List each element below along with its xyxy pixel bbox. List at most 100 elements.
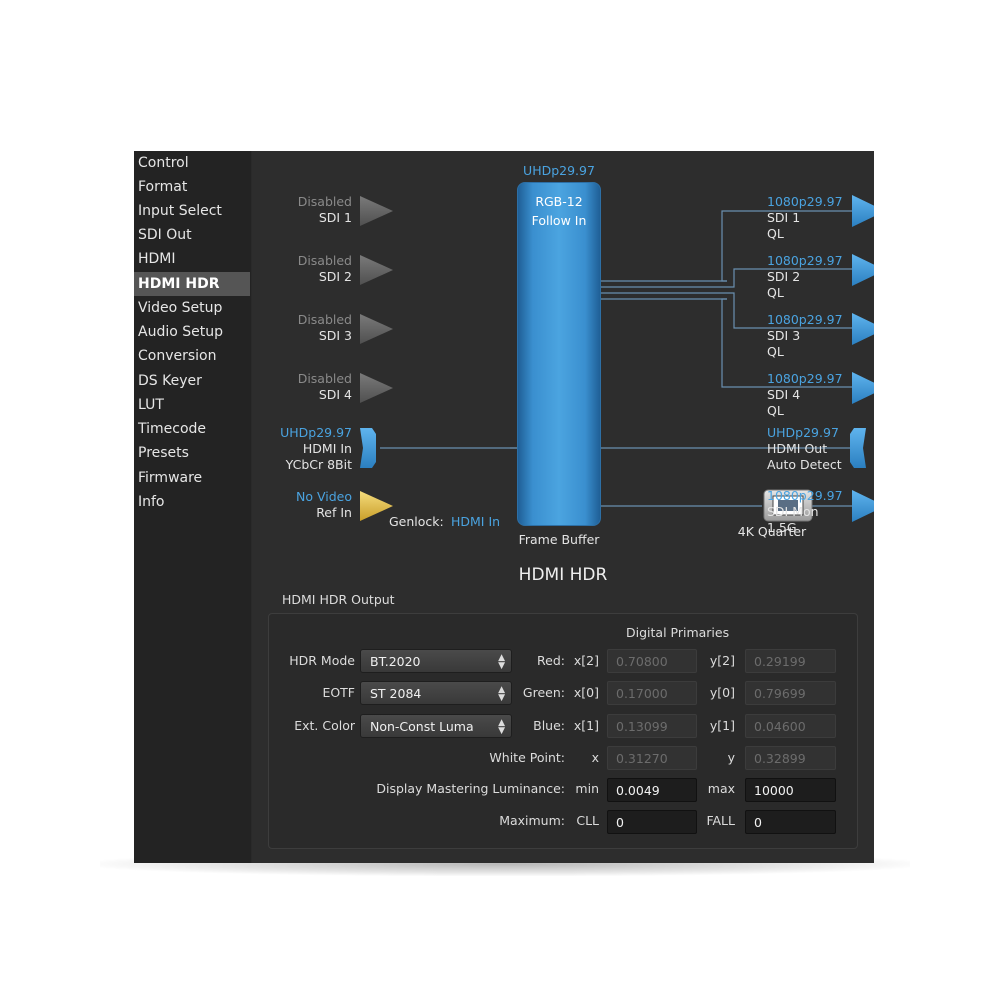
sdi2-out-name: SDI 2 (767, 269, 801, 284)
green-y-field[interactable] (745, 681, 836, 705)
genlock-label: Genlock: (389, 514, 444, 529)
sdi3-out-name: SDI 3 (767, 328, 801, 343)
hdr-mode-updown-icon: ▲ ▼ (498, 654, 505, 671)
hdmi-in-connector-icon[interactable] (360, 428, 376, 468)
sidebar-item-control[interactable]: Control (134, 151, 250, 175)
hdr-mode-value: BT.2020 (370, 654, 421, 669)
page-title: HDMI HDR (518, 565, 608, 585)
sidebar-item-info[interactable]: Info (134, 490, 250, 514)
down-arrow-icon: ▼ (498, 726, 505, 736)
ext-color-label: Ext. Color (294, 718, 355, 733)
sdi4-in-status: Disabled (297, 371, 352, 386)
sidebar-item-video-setup[interactable]: Video Setup (134, 296, 250, 320)
luminance-min-label: min (575, 781, 599, 796)
frame-buffer-mode: Follow In (531, 213, 587, 228)
sidebar-item-input-select[interactable]: Input Select (134, 199, 250, 223)
sdi1-out-detail: QL (767, 226, 784, 241)
sdi4-in-arrow-icon[interactable] (360, 373, 393, 403)
ext-color-value: Non-Const Luma (370, 719, 474, 734)
sdi1-in-status: Disabled (297, 194, 352, 209)
eotf-value: ST 2084 (370, 686, 422, 701)
sidebar-item-timecode[interactable]: Timecode (134, 417, 250, 441)
sdi1-out-arrow-icon[interactable] (852, 195, 874, 227)
down-arrow-icon: ▼ (498, 661, 505, 671)
green-y-label: y[0] (709, 685, 735, 700)
hdmi-out-detail: Auto Detect (767, 457, 842, 472)
hdr-output-section-label: HDMI HDR Output (282, 592, 395, 607)
fall-label: FALL (706, 813, 735, 828)
sidebar: Control Format Input Select SDI Out HDMI… (134, 151, 251, 863)
ref-in-status: No Video (296, 489, 352, 504)
sdi-mon-arrow-icon[interactable] (852, 490, 874, 522)
sdi3-out-format: 1080p29.97 (767, 312, 843, 327)
cll-label: CLL (576, 813, 599, 828)
blue-y-label: y[1] (709, 718, 735, 733)
sidebar-item-audio-setup[interactable]: Audio Setup (134, 320, 250, 344)
sdi1-out-format-text: 1080p29.97 (767, 194, 843, 209)
sdi4-out-arrow-icon[interactable] (852, 372, 874, 404)
sdi4-out-format: 1080p29.97 (767, 371, 843, 386)
sdi2-in-status: Disabled (297, 253, 352, 268)
red-y-label: y[2] (709, 653, 735, 668)
frame-buffer-block[interactable]: RGB-12 Follow In (517, 182, 601, 526)
ext-color-updown-icon: ▲ ▼ (498, 719, 505, 736)
app-window: Control Format Input Select SDI Out HDMI… (134, 151, 874, 863)
sidebar-item-hdmi[interactable]: HDMI (134, 247, 250, 271)
frame-buffer-format: UHDp29.97 (523, 163, 595, 178)
digital-primaries-label: Digital Primaries (626, 625, 730, 640)
green-label: Green: (522, 685, 565, 700)
sidebar-item-hdmi-hdr[interactable]: HDMI HDR (134, 272, 250, 296)
hdmi-out-connector-icon[interactable] (850, 428, 866, 468)
sdi1-in-name: SDI 1 (318, 210, 352, 225)
fall-input[interactable] (745, 810, 836, 834)
sdi-mon-format: 1080p29.97 (767, 488, 843, 503)
hdr-output-panel: Digital Primaries HDR Mode EOTF Ext. Col… (268, 613, 858, 849)
sidebar-item-lut[interactable]: LUT (134, 393, 250, 417)
red-x-field[interactable] (607, 649, 697, 673)
sdi3-in-arrow-icon[interactable] (360, 314, 393, 344)
luminance-max-input[interactable] (745, 778, 836, 802)
sidebar-item-presets[interactable]: Presets (134, 441, 250, 465)
blue-label: Blue: (533, 718, 565, 733)
luminance-min-input[interactable] (607, 778, 697, 802)
sdi4-in-name: SDI 4 (318, 387, 352, 402)
sdi1-out-name: SDI 1 (767, 210, 801, 225)
white-y-field[interactable] (745, 746, 836, 770)
sdi2-out-arrow-icon[interactable] (852, 254, 874, 286)
blue-y-field[interactable] (745, 714, 836, 738)
sdi2-in-arrow-icon[interactable] (360, 255, 393, 285)
genlock-value[interactable]: HDMI In (451, 514, 500, 530)
white-x-label: x (591, 750, 599, 765)
sdi3-out-arrow-icon[interactable] (852, 313, 874, 345)
sidebar-item-conversion[interactable]: Conversion (134, 344, 250, 368)
blue-x-field[interactable] (607, 714, 697, 738)
sdi4-out-detail: QL (767, 403, 784, 418)
ext-color-select[interactable]: Non-Const Luma ▲ ▼ (360, 714, 512, 738)
sdi2-in-name: SDI 2 (318, 269, 352, 284)
eotf-label: EOTF (322, 685, 355, 700)
sidebar-item-sdi-out[interactable]: SDI Out (134, 223, 250, 247)
sidebar-item-format[interactable]: Format (134, 175, 250, 199)
sdi3-in-name: SDI 3 (318, 328, 352, 343)
sdi2-out-detail: QL (767, 285, 784, 300)
hdmi-in-detail: YCbCr 8Bit (285, 457, 352, 472)
sdi4-out-name: SDI 4 (767, 387, 801, 402)
maximum-label: Maximum: (499, 813, 565, 828)
frame-buffer-label: Frame Buffer (518, 532, 600, 547)
red-y-field[interactable] (745, 649, 836, 673)
red-label: Red: (537, 653, 565, 668)
sdi1-in-arrow-icon[interactable] (360, 196, 393, 226)
sidebar-item-ds-keyer[interactable]: DS Keyer (134, 369, 250, 393)
green-x-field[interactable] (607, 681, 697, 705)
cll-input[interactable] (607, 810, 697, 834)
sdi-mon-detail: 1.5G (767, 520, 797, 535)
hdr-mode-select[interactable]: BT.2020 ▲ ▼ (360, 649, 512, 673)
sidebar-item-firmware[interactable]: Firmware (134, 466, 250, 490)
eotf-select[interactable]: ST 2084 ▲ ▼ (360, 681, 512, 705)
frame-buffer-colorspace: RGB-12 (535, 194, 583, 209)
sdi2-out-format: 1080p29.97 (767, 253, 843, 268)
sdi-mon-name: SDI Mon (767, 504, 819, 519)
sdi3-out-detail: QL (767, 344, 784, 359)
sdi3-in-status: Disabled (297, 312, 352, 327)
white-x-field[interactable] (607, 746, 697, 770)
